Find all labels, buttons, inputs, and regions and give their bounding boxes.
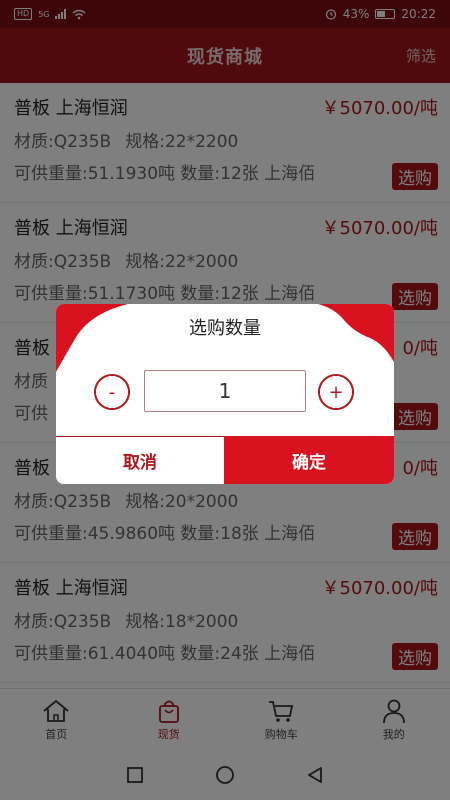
increment-button[interactable]: +: [318, 374, 354, 410]
dialog-title: 选购数量: [189, 318, 261, 339]
quantity-stepper: - +: [56, 370, 394, 412]
decrement-button[interactable]: -: [94, 374, 130, 410]
cancel-button[interactable]: 取消: [56, 436, 224, 484]
quantity-input[interactable]: [144, 370, 306, 412]
confirm-button[interactable]: 确定: [224, 436, 394, 484]
dialog-actions: 取消 确定: [56, 436, 394, 484]
quantity-dialog: 选购数量 - + 取消 确定: [56, 304, 394, 484]
